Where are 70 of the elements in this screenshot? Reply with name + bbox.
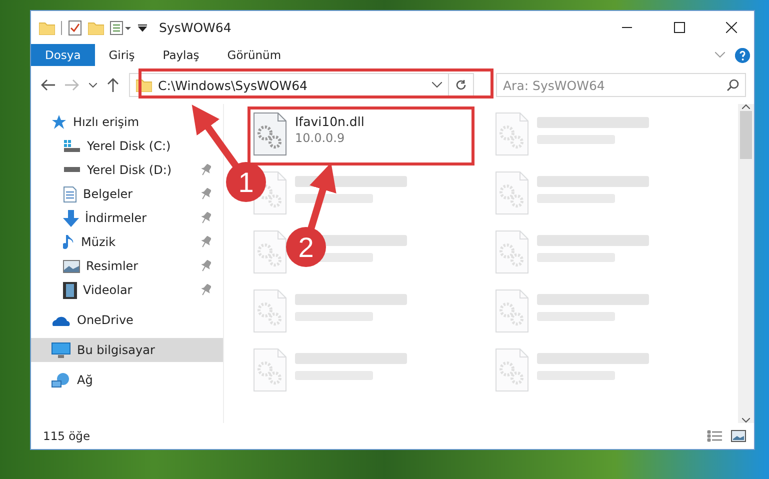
music-note-icon — [63, 234, 75, 250]
address-path: C:\Windows\SysWOW64 — [158, 78, 308, 92]
pin-icon[interactable] — [201, 236, 211, 248]
ribbon-tab[interactable]: Paylaş — [148, 44, 214, 66]
file-gear-icon — [495, 230, 529, 274]
ribbon-tab[interactable]: Görünüm — [213, 44, 296, 66]
properties-icon[interactable] — [110, 20, 132, 34]
pin-icon[interactable] — [201, 188, 211, 200]
document-icon — [63, 186, 77, 202]
annotation-arrow — [192, 104, 239, 168]
film-icon — [63, 282, 77, 298]
up-arrow-icon[interactable] — [107, 78, 119, 92]
sidebar-item[interactable]: Bu bilgisayar — [31, 338, 223, 362]
file-gear-icon — [253, 112, 287, 156]
large-icons-view-icon[interactable] — [731, 430, 746, 442]
file-gear-icon — [253, 348, 287, 392]
ribbon-tab[interactable]: Giriş — [94, 44, 149, 66]
sidebar-item[interactable]: Ağ — [31, 368, 223, 392]
ribbon-tab[interactable]: Dosya — [31, 44, 95, 66]
maximize-icon — [674, 22, 684, 33]
file-gear-icon — [495, 348, 529, 392]
item-count: 115 öğe — [43, 429, 92, 443]
address-field[interactable]: C:\Windows\SysWOW64 — [129, 73, 474, 97]
sidebar-item[interactable]: Belgeler — [31, 182, 223, 206]
cloud-icon — [51, 314, 71, 326]
file-detail: 10.0.0.9 — [295, 131, 346, 145]
pin-icon[interactable] — [201, 164, 211, 176]
drive-icon — [63, 139, 81, 153]
file-gear-icon — [253, 230, 287, 274]
minimize-icon — [622, 27, 632, 28]
chevron-down-icon[interactable] — [89, 82, 97, 88]
file-gear-icon — [495, 171, 529, 215]
pin-icon[interactable] — [201, 212, 211, 224]
file-name[interactable]: Ifavi10n.dll — [295, 114, 364, 129]
details-view-icon[interactable] — [707, 430, 723, 442]
network-icon — [51, 372, 71, 388]
dropdown-icon[interactable] — [138, 24, 147, 32]
pin-icon[interactable] — [201, 260, 211, 272]
file-gear-icon — [253, 289, 287, 333]
sidebar-item[interactable]: Hızlı erişim — [31, 110, 223, 134]
window-title: SysWOW64 — [159, 20, 232, 35]
search-field[interactable]: Ara: SysWOW64 — [496, 73, 746, 97]
star-icon — [51, 114, 67, 130]
file-gear-icon — [495, 289, 529, 333]
download-arrow-icon — [63, 210, 79, 226]
monitor-icon — [51, 342, 71, 358]
scroll-up-icon[interactable] — [742, 104, 750, 109]
sidebar-item[interactable]: Müzik — [31, 230, 223, 254]
sidebar-item[interactable]: Resimler — [31, 254, 223, 278]
refresh-icon — [455, 79, 467, 91]
scroll-thumb[interactable] — [740, 111, 752, 159]
sidebar-item[interactable]: Yerel Disk (C:) — [31, 134, 223, 158]
file-gear-icon — [495, 112, 529, 156]
sidebar-item[interactable]: Videolar — [31, 278, 223, 302]
help-icon[interactable] — [735, 48, 750, 62]
back-arrow-icon[interactable] — [41, 79, 55, 91]
scrollbar[interactable] — [738, 104, 754, 423]
checklist-icon[interactable] — [68, 20, 82, 36]
sidebar-item[interactable]: İndirmeler — [31, 206, 223, 230]
picture-icon — [63, 260, 80, 272]
scroll-down-icon[interactable] — [742, 418, 750, 423]
step-badge: 1 — [226, 162, 266, 202]
close-icon — [726, 22, 736, 33]
sidebar-item[interactable]: OneDrive — [31, 308, 223, 332]
chevron-down-icon[interactable] — [432, 82, 442, 88]
sidebar-item[interactable]: Yerel Disk (D:) — [31, 158, 223, 182]
step-badge: 2 — [286, 227, 326, 267]
drive-icon — [63, 167, 81, 173]
pin-icon[interactable] — [201, 284, 211, 296]
search-icon[interactable] — [727, 79, 739, 91]
